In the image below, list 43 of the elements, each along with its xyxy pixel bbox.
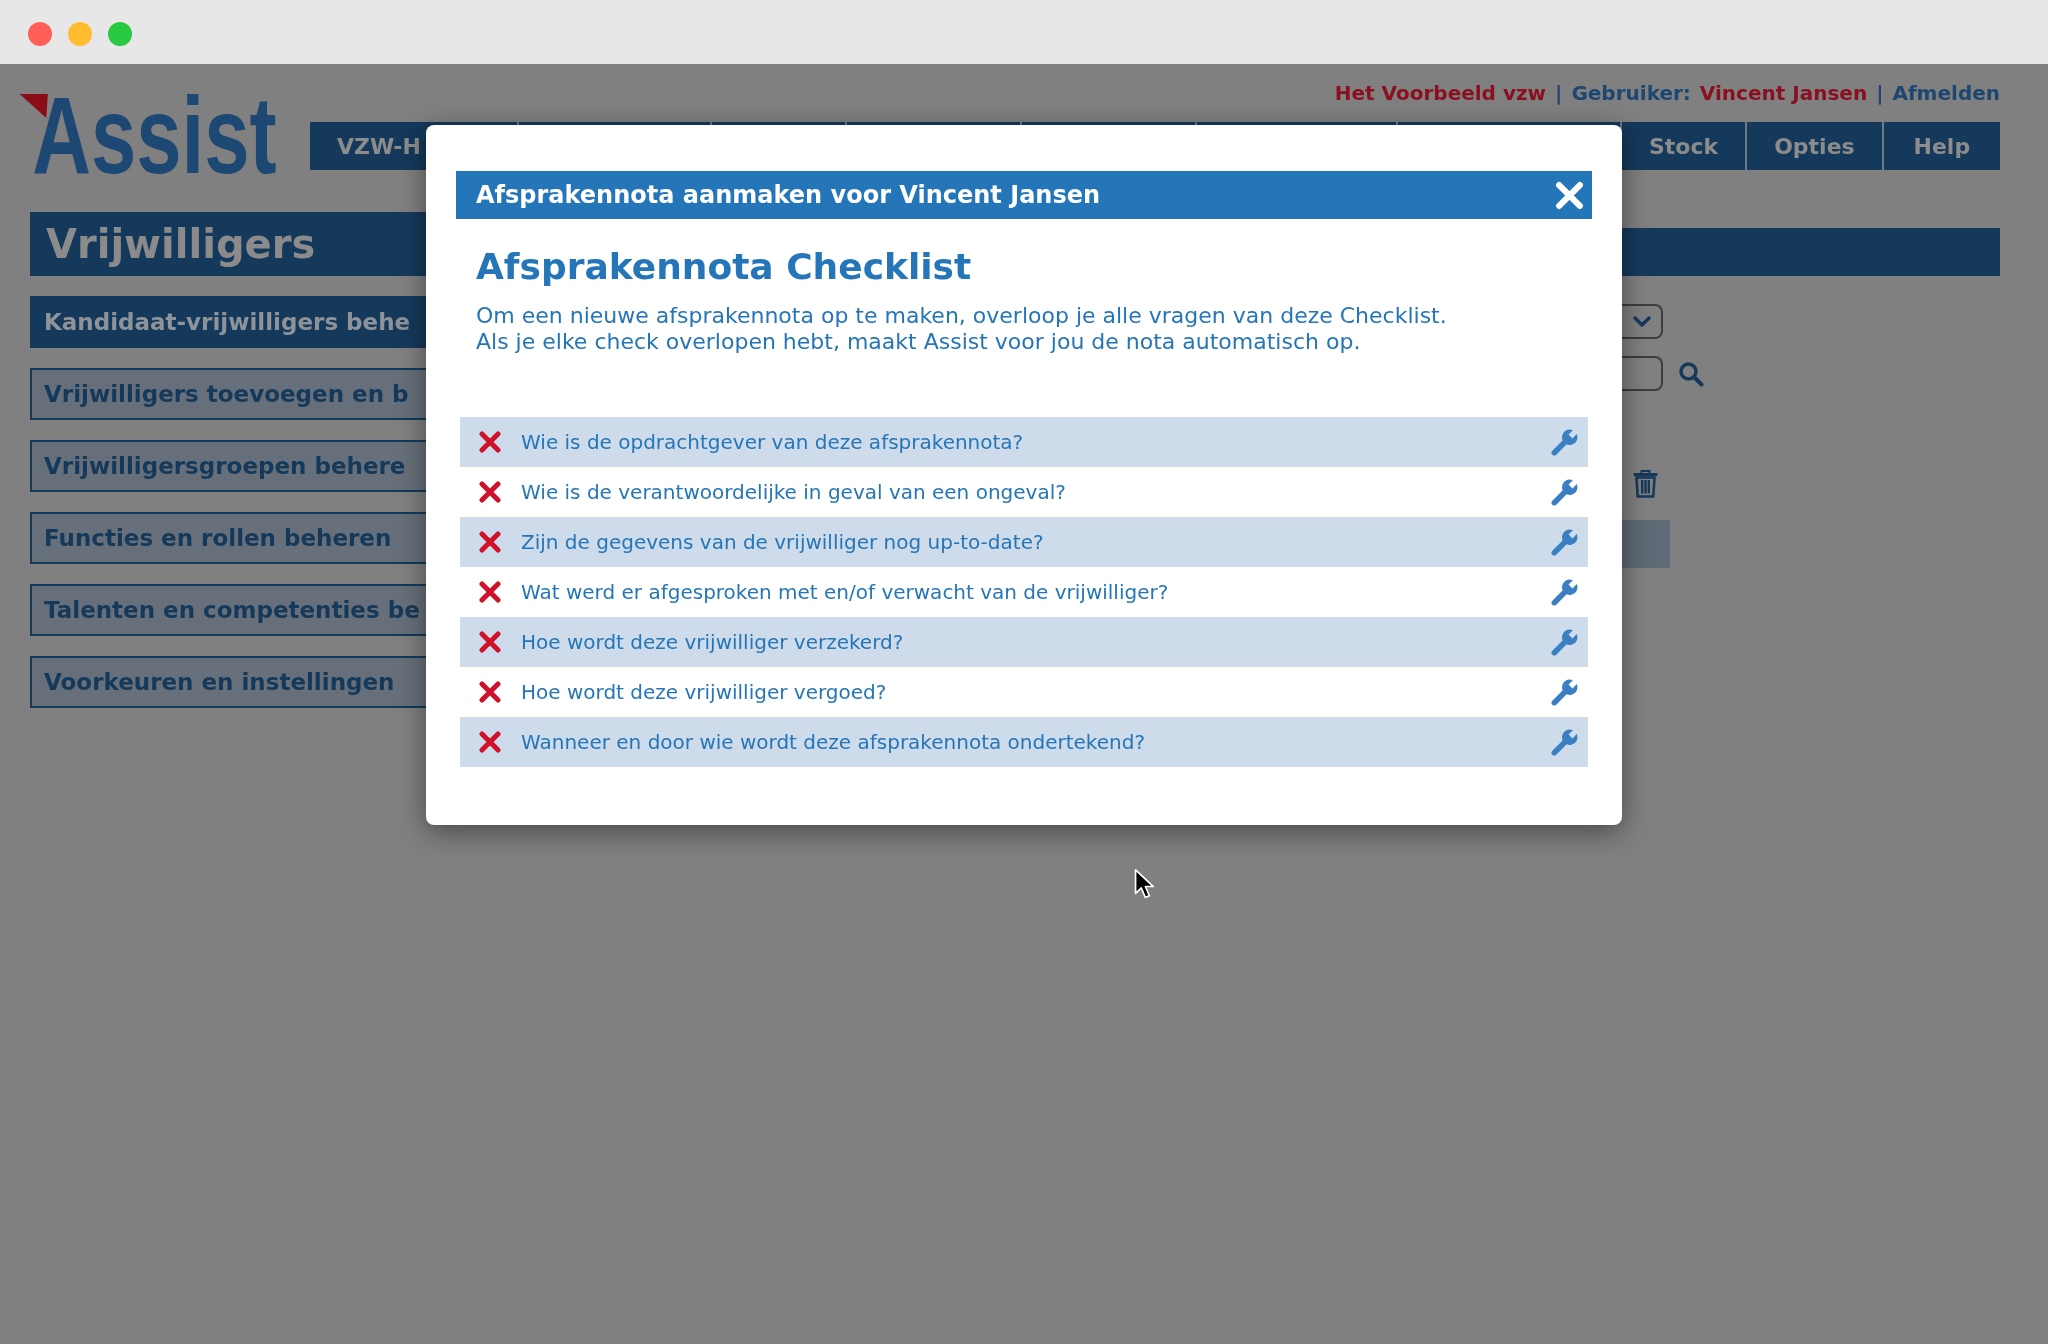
logo: Assist — [16, 92, 277, 178]
question-link[interactable]: Zijn de gegevens van de vrijwilliger nog up-to-date? — [521, 530, 1551, 554]
sidebar-item[interactable]: Functies en rollen beheren — [30, 512, 428, 564]
wrench-icon[interactable] — [1551, 478, 1578, 506]
account-name-text: Het Voorbeeld vzw — [1334, 81, 1547, 105]
question-link[interactable]: Wie is de verantwoordelijke in geval van een ongeval? — [521, 480, 1551, 504]
wrench-icon[interactable] — [1551, 728, 1578, 756]
user-label: Gebruiker: — [1571, 81, 1691, 105]
account-name-text: Vincent Jansen — [1699, 81, 1868, 105]
dialog-title: Afsprakennota aanmaken voor Vincent Jansen — [476, 181, 1101, 209]
wrench-icon[interactable] — [1551, 678, 1578, 706]
intro-text: Om een nieuwe afsprakennota op te maken, overloop je alle vragen van deze Checklist. — [476, 303, 1448, 329]
wrench-icon[interactable] — [1551, 578, 1578, 606]
wrench-icon[interactable] — [1551, 628, 1578, 656]
nav-tab[interactable]: VZW-H — [310, 122, 426, 170]
chevron-down-icon — [1632, 315, 1651, 328]
intro-text: Als je elke check overlopen hebt, maakt Assist voor jou de nota automatisch op. — [476, 329, 1362, 355]
nav-tab[interactable]: Opties — [1745, 122, 1882, 170]
window-control-icon[interactable] — [108, 22, 132, 46]
sidebar-item[interactable]: Talenten en competenties be — [30, 584, 428, 636]
nav-tab[interactable]: Help — [1881, 122, 2000, 170]
cursor-icon — [1134, 868, 1156, 900]
sidebar-item[interactable]: Voorkeuren en instellingen — [30, 656, 428, 708]
question-link[interactable]: Wie is de opdrachtgever van deze afsprakennota? — [521, 430, 1551, 454]
search-icon[interactable] — [1678, 360, 1704, 387]
window-control-icon[interactable] — [28, 22, 52, 46]
page-title: Vrijwilligers — [30, 212, 428, 276]
separator-text: | — [1876, 81, 1884, 105]
question-link[interactable]: Wanneer en door wie wordt deze afsprakennota ondertekend? — [521, 730, 1551, 754]
sidebar-item[interactable]: Vrijwilligers toevoegen en b — [30, 368, 428, 420]
question-link[interactable]: Hoe wordt deze vrijwilliger verzekerd? — [521, 630, 1551, 654]
separator-text: | — [1555, 81, 1563, 105]
checklist-heading: Afsprakennota Checklist — [476, 247, 973, 287]
list-header-bar — [1622, 520, 1670, 568]
close-icon[interactable] — [1555, 180, 1584, 210]
wrench-icon[interactable] — [1551, 428, 1578, 456]
question-link[interactable]: Hoe wordt deze vrijwilliger vergoed? — [521, 680, 1551, 704]
sidebar-item[interactable]: Vrijwilligersgroepen behere — [30, 440, 428, 492]
sidebar-item[interactable]: Kandidaat-vrijwilligers behe — [30, 296, 428, 348]
trash-icon[interactable] — [1633, 470, 1658, 498]
wrench-icon[interactable] — [1551, 528, 1578, 556]
logout-link[interactable]: Afmelden — [1892, 81, 2000, 105]
question-link[interactable]: Wat werd er afgesproken met en/of verwacht van de vrijwilliger? — [521, 580, 1551, 604]
